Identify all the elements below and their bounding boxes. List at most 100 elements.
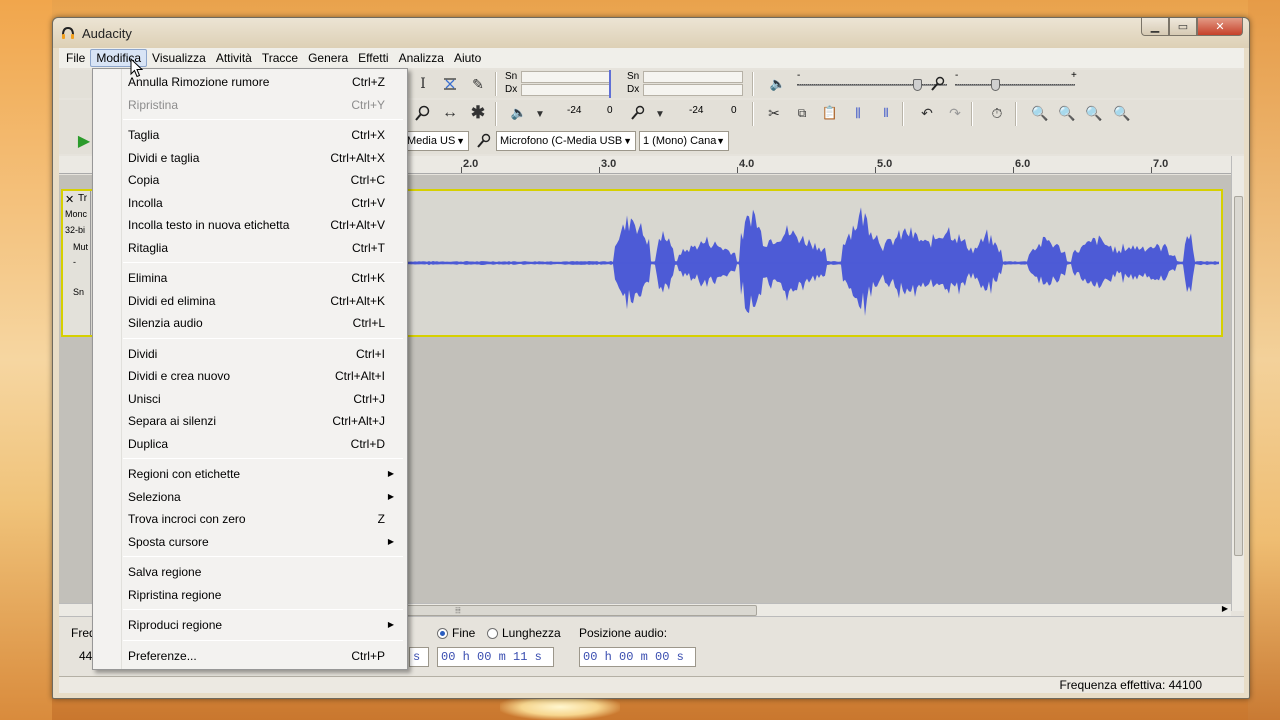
- menu-item-shortcut: Ctrl+J: [353, 391, 385, 406]
- menu-analizza[interactable]: Analizza: [394, 49, 449, 67]
- trim-icon[interactable]: ⫼: [847, 102, 869, 124]
- waveform[interactable]: [407, 191, 1219, 335]
- mouse-cursor-icon: [130, 58, 144, 78]
- zoom-out-icon[interactable]: 🔍: [1056, 102, 1078, 124]
- menu-item-label: Separa ai silenzi: [128, 414, 217, 428]
- menu-item[interactable]: Incolla Ctrl+V: [95, 192, 405, 214]
- menu-item[interactable]: Preferenze... Ctrl+P: [95, 645, 405, 667]
- menu-item[interactable]: Dividi e taglia Ctrl+Alt+X: [95, 147, 405, 169]
- menu-item[interactable]: Sposta cursore ▶: [95, 531, 405, 553]
- menu-item[interactable]: Dividi ed elimina Ctrl+Alt+K: [95, 290, 405, 312]
- desktop-background-left: [0, 0, 52, 720]
- undo-icon[interactable]: ↶: [916, 102, 938, 124]
- close-button[interactable]: ✕: [1197, 18, 1243, 36]
- menu-item[interactable]: Taglia Ctrl+X: [95, 124, 405, 146]
- record-meter-right[interactable]: [521, 84, 611, 96]
- mute-button[interactable]: Mut: [73, 242, 88, 252]
- track-control-panel[interactable]: ✕ Tr Monc 32-bi Mut - Sn: [63, 191, 91, 335]
- menu-item[interactable]: Separa ai silenzi Ctrl+Alt+J: [95, 410, 405, 432]
- play-meter-left-label: Sn: [627, 71, 640, 82]
- menu-tracce[interactable]: Tracce: [257, 49, 303, 67]
- menu-item[interactable]: Regioni con etichette ▶: [95, 463, 405, 485]
- menu-item-shortcut: Ctrl+Alt+X: [330, 150, 385, 165]
- silence-icon[interactable]: ⫴: [875, 102, 897, 124]
- menu-file[interactable]: File: [61, 49, 90, 67]
- menu-item[interactable]: Ripristina regione: [95, 584, 405, 606]
- chevron-down-icon: ▼: [623, 136, 632, 146]
- window-title: Audacity: [82, 26, 132, 41]
- minimize-button[interactable]: ▁: [1141, 18, 1169, 36]
- output-volume-slider[interactable]: [797, 84, 947, 86]
- actual-rate-status: Frequenza effettiva: 44100: [1059, 678, 1202, 692]
- input-volume-slider[interactable]: [955, 84, 1075, 86]
- menu-item[interactable]: Dividi Ctrl+I: [95, 343, 405, 365]
- selection-end-field[interactable]: 00 h 00 m 11 s: [437, 647, 554, 667]
- output-device-select[interactable]: Media US ▼: [403, 131, 469, 151]
- cut-icon[interactable]: ✂: [763, 102, 785, 124]
- track-close-icon[interactable]: ✕: [65, 193, 74, 206]
- menu-genera[interactable]: Genera: [303, 49, 353, 67]
- redo-icon[interactable]: ↷: [944, 102, 966, 124]
- menu-item[interactable]: Salva regione: [95, 561, 405, 583]
- menu-item-label: Unisci: [128, 391, 161, 406]
- menu-item[interactable]: Trova incroci con zero Z: [95, 508, 405, 530]
- menu-item-label: Regioni con etichette: [128, 467, 241, 481]
- input-volume-thumb[interactable]: [991, 79, 1000, 91]
- maximize-button[interactable]: ▭: [1169, 18, 1197, 36]
- menu-item[interactable]: Copia Ctrl+C: [95, 169, 405, 191]
- zoom-tool-icon[interactable]: [412, 102, 434, 124]
- menu-item[interactable]: Elimina Ctrl+K: [95, 267, 405, 289]
- menu-item[interactable]: Seleziona ▶: [95, 486, 405, 508]
- selection-tool-icon[interactable]: I: [412, 73, 434, 95]
- menu-item-label: Ripristina: [128, 97, 179, 112]
- scroll-right-icon[interactable]: ▶: [1222, 604, 1228, 613]
- zoom-in-icon[interactable]: 🔍: [1029, 102, 1051, 124]
- menu-item-label: Silenzia audio: [128, 316, 203, 330]
- record-meter-left[interactable]: [521, 71, 611, 83]
- selection-start-field[interactable]: s: [409, 647, 429, 667]
- input-channels-select[interactable]: 1 (Mono) Cana ▼: [639, 131, 729, 151]
- menu-item-label: Sposta cursore: [128, 534, 209, 549]
- playback-meter-dropdown-icon[interactable]: ▼: [529, 103, 551, 125]
- menu-attivita[interactable]: Attività: [211, 49, 257, 67]
- record-mic-icon: [627, 102, 649, 124]
- menu-separator: [123, 262, 403, 263]
- record-meter-dropdown-icon[interactable]: ▼: [649, 103, 671, 125]
- output-volume-thumb[interactable]: [913, 79, 922, 91]
- draw-tool-icon[interactable]: ✎: [467, 73, 489, 95]
- menu-item[interactable]: Ritaglia Ctrl+T: [95, 237, 405, 259]
- sync-lock-icon[interactable]: ⏱: [986, 102, 1008, 124]
- menu-item[interactable]: Incolla testo in nuova etichetta Ctrl+Alt…: [95, 214, 405, 236]
- audio-position-field[interactable]: 00 h 00 m 00 s: [579, 647, 696, 667]
- fit-project-icon[interactable]: 🔍: [1111, 102, 1133, 124]
- vertical-scroll-thumb[interactable]: [1234, 196, 1243, 556]
- vertical-scrollbar[interactable]: [1231, 156, 1244, 611]
- menu-item[interactable]: Unisci Ctrl+J: [95, 388, 405, 410]
- end-radio[interactable]: [437, 628, 448, 639]
- menu-item[interactable]: Riproduci regione ▶: [95, 614, 405, 636]
- copy-icon[interactable]: ⧉: [791, 102, 813, 124]
- menu-item[interactable]: Dividi e crea nuovo Ctrl+Alt+I: [95, 365, 405, 387]
- paste-icon[interactable]: 📋: [819, 102, 841, 124]
- menu-visualizza[interactable]: Visualizza: [147, 49, 211, 67]
- menu-item-label: Trova incroci con zero: [128, 512, 246, 526]
- project-rate-value[interactable]: 44: [79, 649, 92, 663]
- menu-item[interactable]: Duplica Ctrl+D: [95, 433, 405, 455]
- length-radio[interactable]: [487, 628, 498, 639]
- time-shift-tool-icon[interactable]: ↔: [439, 102, 461, 124]
- menu-aiuto[interactable]: Aiuto: [449, 49, 486, 67]
- menu-item-shortcut: Ctrl+T: [352, 240, 385, 255]
- menu-effetti[interactable]: Effetti: [353, 49, 393, 67]
- title-bar[interactable]: Audacity ▁ ▭ ✕: [53, 18, 1249, 48]
- fit-selection-icon[interactable]: 🔍: [1083, 102, 1105, 124]
- input-device-select[interactable]: Microfono (C-Media USB ▼: [496, 131, 636, 151]
- menu-item[interactable]: Ripristina Ctrl+Y: [95, 94, 405, 116]
- menu-item[interactable]: Silenzia audio Ctrl+L: [95, 312, 405, 334]
- menu-item-shortcut: Ctrl+K: [351, 271, 385, 285]
- envelope-tool-icon[interactable]: [439, 73, 461, 95]
- play-meter-left[interactable]: [643, 71, 743, 83]
- multi-tool-icon[interactable]: ✱: [467, 102, 489, 124]
- menu-item-label: Incolla: [128, 195, 163, 210]
- menu-item-label: Preferenze...: [128, 648, 197, 663]
- play-meter-right[interactable]: [643, 84, 743, 96]
